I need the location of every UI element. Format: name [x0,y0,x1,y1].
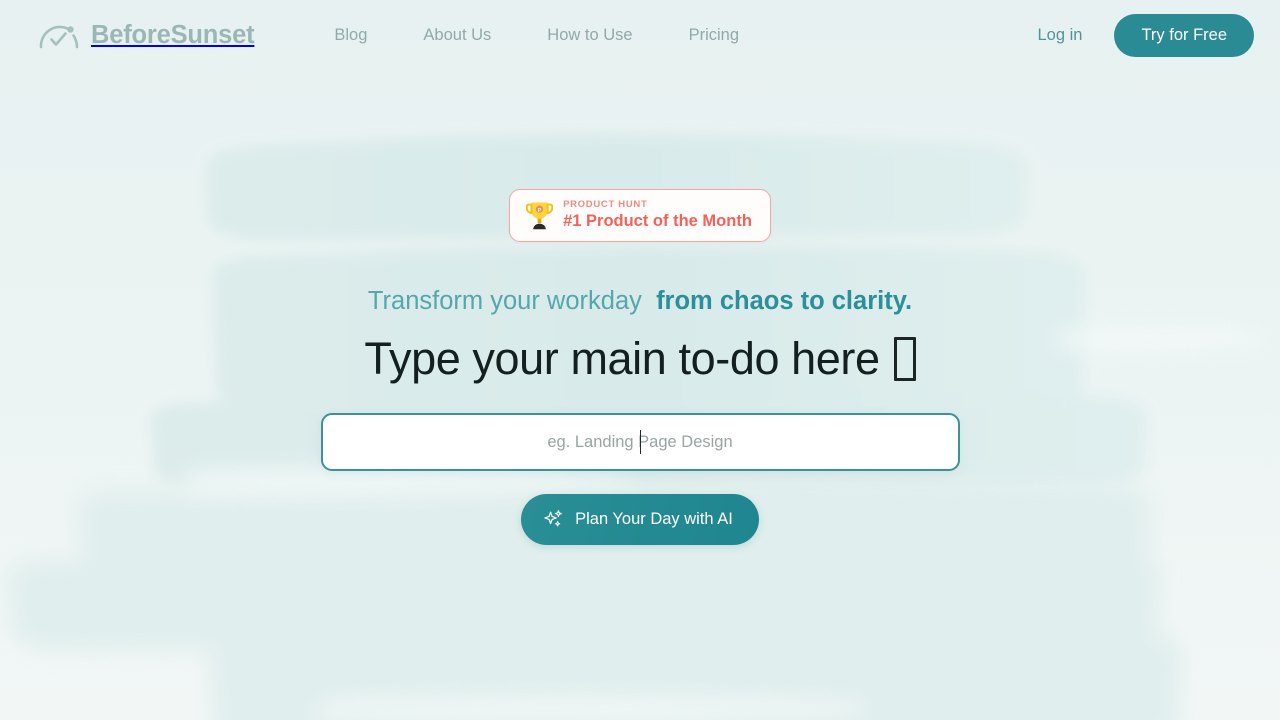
nav-item-how-to-use[interactable]: How to Use [519,18,660,53]
plan-day-button-label: Plan Your Day with AI [575,510,733,529]
todo-input-wrapper [320,413,960,472]
hero-eyebrow-light: Transform your workday [367,287,642,315]
sparkles-icon [544,510,563,527]
product-hunt-badge-text: PRODUCT HUNT #1 Product of the Month [563,200,752,230]
text-cursor [639,430,641,455]
hero-section: P PRODUCT HUNT #1 Product of the Month T… [0,71,1280,546]
main-navigation: Blog About Us How to Use Pricing [306,18,767,53]
product-hunt-badge[interactable]: P PRODUCT HUNT #1 Product of the Month [509,189,771,242]
nav-item-pricing[interactable]: Pricing [661,18,767,53]
brand-logo[interactable]: BeforeSunset [38,21,255,51]
sunset-arc-check-icon [39,25,79,48]
try-for-free-button[interactable]: Try for Free [1114,14,1254,57]
product-hunt-eyebrow: PRODUCT HUNT [563,199,648,211]
missing-glyph-box-icon [893,336,916,381]
svg-text:P: P [538,208,542,214]
nav-item-about-us[interactable]: About Us [395,18,519,53]
page-title: Type your main to-do here [364,332,916,384]
trophy-icon: P [526,202,554,230]
page-title-text: Type your main to-do here [364,332,880,384]
brand-name: BeforeSunset [91,21,255,49]
header-actions: Log in Try for Free [1027,14,1254,57]
site-header: BeforeSunset Blog About Us How to Use Pr… [0,0,1280,71]
hero-eyebrow: Transform your workday from chaos to cla… [367,287,913,315]
nav-item-blog[interactable]: Blog [306,18,395,53]
login-link[interactable]: Log in [1027,20,1092,51]
plan-day-with-ai-button[interactable]: Plan Your Day with AI [521,494,759,546]
product-hunt-title: #1 Product of the Month [563,211,752,230]
hero-eyebrow-bold: from chaos to clarity. [656,287,913,315]
